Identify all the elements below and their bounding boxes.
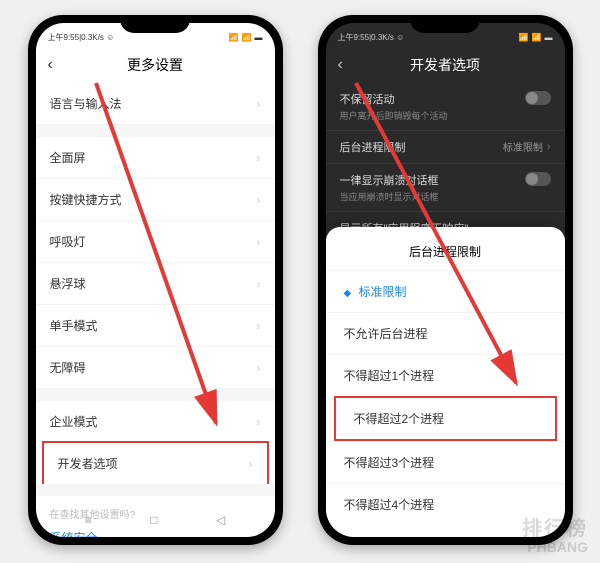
chevron-right-icon: › bbox=[257, 235, 261, 249]
screen-right: 上午9:55|0.3K/s ☺ 📶 📶 ▬ ‹ 开发者选项 不保留活动 用户离开… bbox=[326, 23, 565, 537]
status-icons: 📶 📶 ▬ bbox=[229, 33, 263, 42]
battery-icon: ▬ bbox=[255, 33, 263, 42]
item-label: 后台进程限制 bbox=[340, 139, 406, 155]
section-gap bbox=[36, 389, 275, 401]
item-label: 不保留活动 bbox=[340, 91, 448, 107]
item-accessibility[interactable]: 无障碍 › bbox=[36, 347, 275, 389]
page-title: 开发者选项 bbox=[410, 55, 480, 75]
chevron-right-icon: › bbox=[257, 319, 261, 333]
watermark-en: PHBANG bbox=[522, 539, 588, 555]
option-label: 不允许后台进程 bbox=[344, 327, 428, 341]
chevron-right-icon: › bbox=[257, 193, 261, 207]
header: ‹ 开发者选项 bbox=[326, 47, 565, 83]
item-label: 一律显示崩溃对话框 bbox=[340, 172, 439, 188]
watermark-cn: 排行榜 bbox=[522, 512, 588, 541]
item-label: 开发者选项 bbox=[58, 455, 118, 472]
nav-back-icon[interactable]: ◁ bbox=[216, 513, 225, 527]
action-sheet: 后台进程限制 标准限制 不允许后台进程 不得超过1个进程 不得超过2个进程 不得… bbox=[326, 227, 565, 537]
chevron-right-icon: › bbox=[249, 457, 253, 471]
back-icon[interactable]: ‹ bbox=[338, 56, 343, 74]
item-bg-process-limit[interactable]: 后台进程限制 标准限制 › bbox=[326, 131, 565, 164]
option-standard[interactable]: 标准限制 bbox=[326, 270, 565, 312]
page-title: 更多设置 bbox=[127, 55, 183, 75]
item-label: 无障碍 bbox=[50, 359, 86, 376]
item-no-keep-activities[interactable]: 不保留活动 用户离开后即销毁每个活动 bbox=[326, 83, 565, 131]
dark-settings: 不保留活动 用户离开后即销毁每个活动 后台进程限制 标准限制 › 一律显示崩溃对… bbox=[326, 83, 565, 244]
chevron-right-icon: › bbox=[257, 415, 261, 429]
chevron-right-icon: › bbox=[257, 277, 261, 291]
back-icon[interactable]: ‹ bbox=[48, 56, 53, 74]
item-shortcut[interactable]: 按键快捷方式 › bbox=[36, 179, 275, 221]
option-label: 标准限制 bbox=[359, 285, 407, 299]
toggle-switch[interactable] bbox=[525, 172, 551, 186]
highlight-developer: 开发者选项 › bbox=[42, 441, 269, 486]
option-max3[interactable]: 不得超过3个进程 bbox=[326, 441, 565, 483]
item-fullscreen[interactable]: 全面屏 › bbox=[36, 137, 275, 179]
section-gap bbox=[36, 484, 275, 496]
item-label: 呼吸灯 bbox=[50, 233, 86, 250]
nav-menu-icon[interactable]: ≡ bbox=[85, 513, 92, 527]
item-onehand[interactable]: 单手模式 › bbox=[36, 305, 275, 347]
status-icons: 📶 📶 ▬ bbox=[519, 33, 553, 42]
header: ‹ 更多设置 bbox=[36, 47, 275, 83]
item-label: 悬浮球 bbox=[50, 275, 86, 292]
signal-icon: 📶 bbox=[229, 33, 239, 42]
section-gap bbox=[36, 125, 275, 137]
item-breathlight[interactable]: 呼吸灯 › bbox=[36, 221, 275, 263]
item-label: 语言与输入法 bbox=[50, 95, 122, 112]
chevron-right-icon: › bbox=[547, 141, 551, 153]
option-label: 不得超过3个进程 bbox=[344, 456, 435, 470]
option-max1[interactable]: 不得超过1个进程 bbox=[326, 354, 565, 396]
watermark: 排行榜 PHBANG bbox=[522, 512, 588, 555]
status-time: 上午9:55|0.3K/s ☺ bbox=[338, 32, 405, 43]
option-no-bg[interactable]: 不允许后台进程 bbox=[326, 312, 565, 354]
toggle-switch[interactable] bbox=[525, 91, 551, 105]
highlight-max2: 不得超过2个进程 bbox=[334, 396, 557, 441]
screen-left: 上午9:55|0.3K/s ☺ 📶 📶 ▬ ‹ 更多设置 语言与输入法 › 全面… bbox=[36, 23, 275, 537]
status-time: 上午9:55|0.3K/s ☺ bbox=[48, 32, 115, 43]
nav-bar: ≡ □ ◁ bbox=[36, 507, 275, 533]
battery-icon: ▬ bbox=[545, 33, 553, 42]
item-label: 按键快捷方式 bbox=[50, 191, 122, 208]
option-max2[interactable]: 不得超过2个进程 bbox=[336, 398, 555, 439]
notch bbox=[410, 15, 480, 33]
item-crash-dialog[interactable]: 一律显示崩溃对话框 当应用崩溃时显示对话框 bbox=[326, 164, 565, 212]
item-language[interactable]: 语言与输入法 › bbox=[36, 83, 275, 125]
phone-right: 上午9:55|0.3K/s ☺ 📶 📶 ▬ ‹ 开发者选项 不保留活动 用户离开… bbox=[318, 15, 573, 545]
wifi-icon: 📶 bbox=[532, 33, 542, 42]
notch bbox=[120, 15, 190, 33]
item-value: 标准限制 bbox=[503, 139, 543, 154]
item-floatball[interactable]: 悬浮球 › bbox=[36, 263, 275, 305]
signal-icon: 📶 bbox=[519, 33, 529, 42]
chevron-right-icon: › bbox=[257, 97, 261, 111]
option-label: 不得超过4个进程 bbox=[344, 498, 435, 512]
sheet-title: 后台进程限制 bbox=[326, 235, 565, 270]
item-label: 全面屏 bbox=[50, 149, 86, 166]
chevron-right-icon: › bbox=[257, 361, 261, 375]
wifi-icon: 📶 bbox=[242, 33, 252, 42]
nav-home-icon[interactable]: □ bbox=[150, 513, 157, 527]
item-sublabel: 用户离开后即销毁每个活动 bbox=[340, 109, 448, 122]
item-label: 单手模式 bbox=[50, 317, 98, 334]
item-label: 企业模式 bbox=[50, 413, 98, 430]
item-developer[interactable]: 开发者选项 › bbox=[44, 443, 267, 484]
chevron-right-icon: › bbox=[257, 151, 261, 165]
option-label: 不得超过1个进程 bbox=[344, 369, 435, 383]
phone-left: 上午9:55|0.3K/s ☺ 📶 📶 ▬ ‹ 更多设置 语言与输入法 › 全面… bbox=[28, 15, 283, 545]
item-sublabel: 当应用崩溃时显示对话框 bbox=[340, 190, 439, 203]
item-enterprise[interactable]: 企业模式 › bbox=[36, 401, 275, 443]
option-label: 不得超过2个进程 bbox=[354, 412, 445, 426]
settings-list: 语言与输入法 › 全面屏 › 按键快捷方式 › 呼吸灯 › 悬浮球 › 单手模式 bbox=[36, 83, 275, 537]
